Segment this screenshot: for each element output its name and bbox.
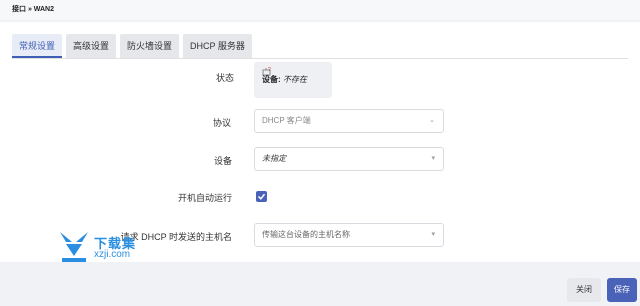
protocol-value: DHCP 客户端	[262, 116, 311, 125]
device-label: 设备	[213, 156, 232, 166]
tab-firewall[interactable]: 防火墙设置	[120, 34, 180, 58]
download-logo-icon	[60, 232, 88, 262]
caret-down-icon: ▾	[431, 231, 435, 238]
hostname-select[interactable]: 传输这台设备的主机名称 ▾	[254, 223, 444, 247]
tab-advanced[interactable]: 高级设置	[66, 34, 117, 58]
chevron-down-icon: ⌄	[429, 117, 435, 124]
tab-bar: 常规设置 高级设置 防火墙设置 DHCP 服务器	[12, 34, 256, 58]
autostart-label: 开机自动运行	[177, 193, 232, 203]
autostart-checkbox[interactable]	[256, 191, 267, 202]
status-box: ? 设备: 不存在	[254, 62, 332, 98]
status-device-key: 设备:	[262, 75, 281, 84]
status-label: 状态	[215, 73, 234, 83]
tab-dhcp-server[interactable]: DHCP 服务器	[183, 34, 252, 58]
caret-down-icon: ▾	[431, 155, 435, 162]
device-select[interactable]: 未指定 ▾	[254, 147, 444, 171]
svg-text:?: ?	[268, 67, 271, 73]
breadcrumb: 接口 » WAN2	[12, 6, 55, 13]
status-device-value: 不存在	[282, 75, 307, 84]
hostname-placeholder: 传输这台设备的主机名称	[262, 230, 350, 239]
protocol-select[interactable]: DHCP 客户端 ⌄	[254, 109, 444, 133]
checkmark-icon	[257, 193, 266, 200]
close-button[interactable]: 关闭	[567, 278, 601, 302]
save-button[interactable]: 保存	[607, 278, 637, 302]
tab-general[interactable]: 常规设置	[12, 34, 63, 58]
tab-divider	[12, 58, 628, 59]
status-text: 设备: 不存在	[262, 74, 307, 85]
top-bar: 接口 » WAN2	[0, 0, 640, 20]
watermark-text-url: xzji.com	[94, 249, 131, 260]
device-value: 未指定	[262, 154, 286, 163]
protocol-label: 协议	[212, 118, 231, 128]
watermark: 下载集 xzji.com	[58, 230, 158, 266]
